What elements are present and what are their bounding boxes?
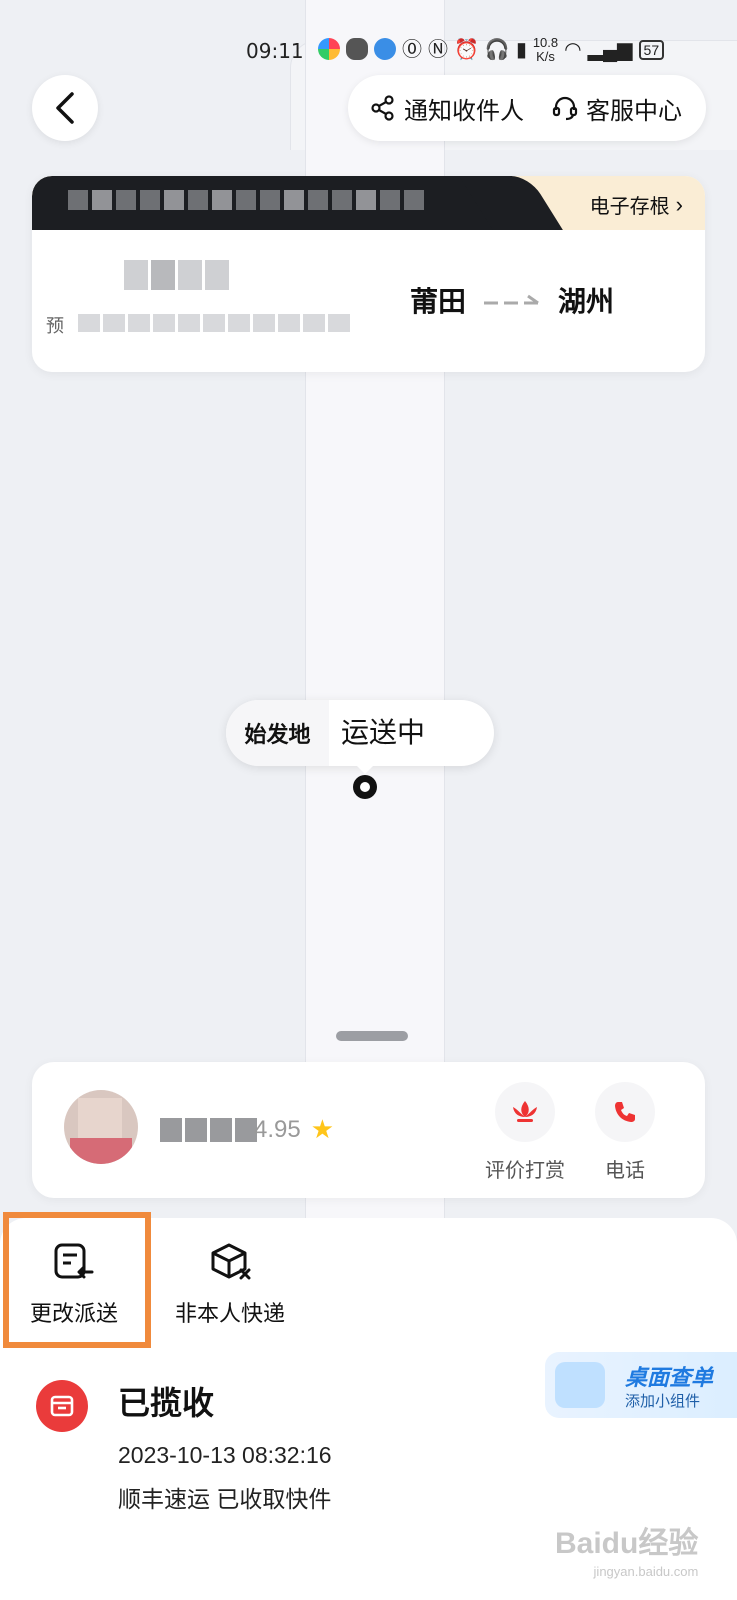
predicted-arrival-label: 预 (46, 316, 64, 336)
app-notification-icon (318, 38, 340, 60)
watermark-url: jingyan.baidu.com (593, 1564, 699, 1579)
widget-subtitle: 添加小组件 (625, 1393, 701, 1410)
star-icon: ★ (310, 1114, 335, 1144)
review-tip-button[interactable]: 评价打赏 (485, 1082, 565, 1183)
review-tip-label: 评价打赏 (485, 1160, 565, 1182)
share-icon (371, 95, 394, 121)
not-my-package-label: 非本人快递 (175, 1301, 286, 1326)
call-courier-label: 电话 (605, 1160, 645, 1182)
customer-service-button[interactable]: 客服中心 (552, 91, 682, 126)
call-courier-button[interactable]: 电话 (595, 1082, 655, 1183)
chevron-right-icon: › (675, 191, 683, 217)
signal-icon: ▂▄▆ (587, 39, 633, 61)
battery-saver-icon: ▮ (515, 39, 527, 61)
courier-avatar (64, 1090, 138, 1164)
tracking-number-bar (32, 176, 512, 230)
wechat-icon (346, 38, 368, 60)
route-origin: 莆田 (410, 286, 467, 317)
courier-name-redacted (160, 1118, 257, 1142)
baidu-watermark: Baidu经验 jingyan.baidu.com (555, 1518, 698, 1579)
top-actions: 通知收件人 客服中心 (348, 75, 706, 141)
sheet-drag-handle[interactable] (336, 1031, 408, 1041)
tracking-number-redacted (68, 190, 424, 210)
nfc-icon: Ⓝ (428, 39, 448, 61)
not-my-package-button[interactable]: 非本人快递 (175, 1242, 285, 1328)
shipment-card[interactable]: 电子存根 › 预 莆田 湖州 (32, 176, 705, 372)
map-location-bubble[interactable]: 始发地 运送中 (226, 700, 494, 766)
rating-value: 4.95 (254, 1115, 301, 1143)
status-description: 顺丰速运 已收取快件 (118, 1486, 332, 1512)
headset-icon (552, 96, 578, 121)
package-status-icon (36, 1380, 88, 1432)
status-time-stamp: 2023-10-13 08:32:16 (118, 1442, 332, 1468)
back-button[interactable] (32, 75, 98, 141)
transit-status-tag: 运送中 (341, 717, 426, 748)
phone-icon (595, 1082, 655, 1142)
desktop-widget-promo[interactable]: 桌面查单 添加小组件 (545, 1352, 737, 1418)
route: 莆田 湖州 (410, 280, 614, 320)
electronic-stub-link[interactable]: 电子存根 › (590, 190, 683, 219)
status-system-icons: ⓪ Ⓝ ⏰ 🎧 ▮ 10.8 K/s ◠ ▂▄▆ 57 (402, 35, 665, 64)
highlight-box (3, 1212, 151, 1348)
origin-tag: 始发地 (226, 700, 329, 766)
notify-recipient-button[interactable]: 通知收件人 (370, 91, 524, 126)
chevron-left-icon (56, 92, 74, 124)
package-x-icon (211, 1243, 251, 1280)
watermark-brand: Baidu经验 (555, 1527, 699, 1560)
status-app-icons (318, 38, 396, 60)
status-bar: 09:11 ⓪ Ⓝ ⏰ 🎧 ▮ 10.8 K/s ◠ ▂▄▆ 57 (0, 30, 737, 70)
widget-preview-icon (555, 1362, 605, 1408)
predicted-arrival-redacted (78, 314, 350, 332)
browser-icon (374, 38, 396, 60)
route-arrow-icon (484, 294, 539, 305)
courier-rating: 4.95 ★ (254, 1114, 334, 1145)
lotus-icon (495, 1082, 555, 1142)
customer-service-label: 客服中心 (586, 97, 682, 125)
headphones-icon: 🎧 (484, 39, 510, 61)
notify-recipient-label: 通知收件人 (404, 97, 524, 125)
status-redacted (124, 260, 229, 290)
electronic-stub-label: 电子存根 (589, 196, 670, 218)
bottom-sheet: 更改派送 非本人快递 桌面查单 添加小组件 已揽收 2023-10-13 08:… (0, 1212, 737, 1600)
route-destination: 湖州 (558, 286, 615, 317)
alarm-icon: ⏰ (454, 39, 479, 61)
origin-marker-icon (353, 775, 377, 799)
battery-level: 57 (638, 40, 665, 60)
courier-card: 4.95 ★ 评价打赏 电话 (32, 1062, 705, 1198)
wifi-icon: ◠ (564, 39, 582, 61)
bubble-pointer (355, 764, 375, 774)
network-speed: 10.8 K/s (532, 35, 559, 64)
widget-title: 桌面查单 (625, 1365, 714, 1390)
status-title: 已揽收 (118, 1385, 215, 1421)
hd-icon: ⓪ (402, 39, 422, 61)
status-time: 09:11 (246, 39, 304, 63)
